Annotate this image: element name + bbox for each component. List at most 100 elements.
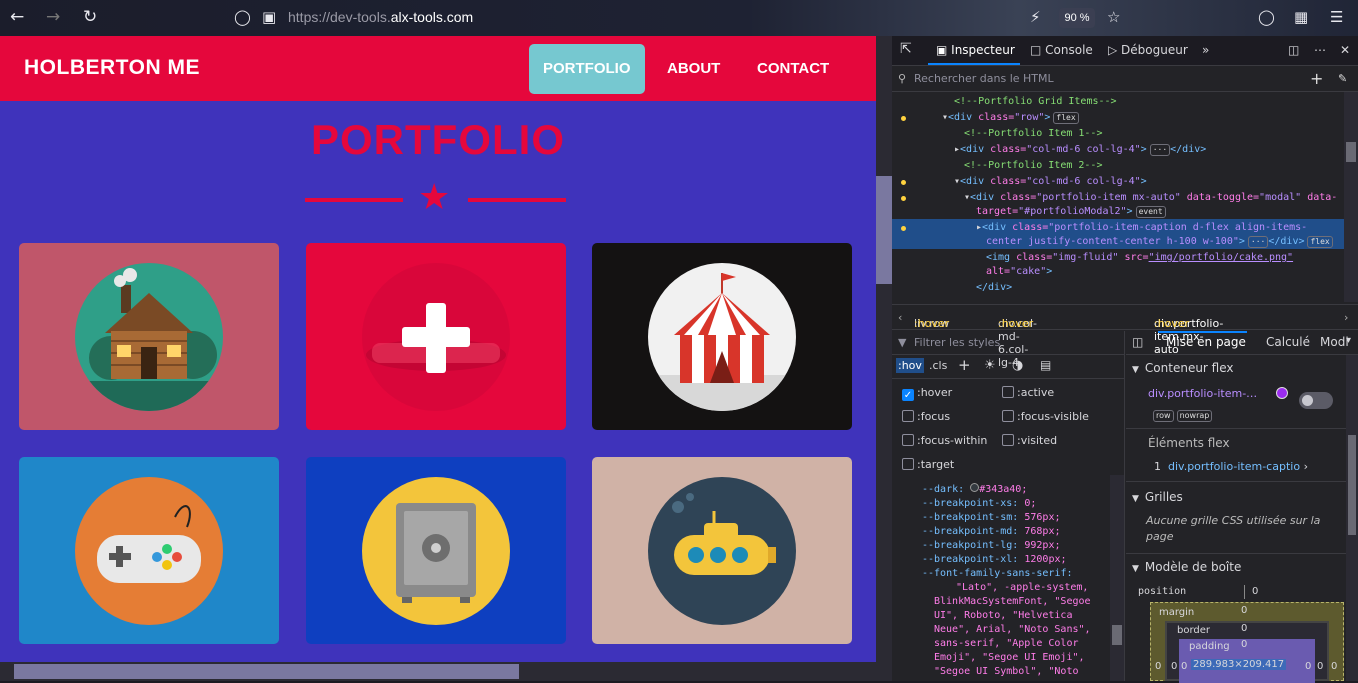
margin-top-value[interactable]: 0 bbox=[1241, 605, 1247, 616]
tab-debugger[interactable]: ▷ Débogueur bbox=[1108, 43, 1188, 57]
portfolio-item-safe[interactable] bbox=[306, 457, 566, 644]
url-bar[interactable]: https://dev-tools.alx-tools.com bbox=[288, 9, 473, 25]
rules-scrollbar[interactable] bbox=[1110, 475, 1124, 681]
hov-toggle[interactable]: :hov bbox=[896, 358, 924, 373]
padding-right-value[interactable]: 0 bbox=[1305, 661, 1311, 672]
tab-inspector[interactable]: ▣ Inspecteur bbox=[936, 43, 1015, 57]
collapsed-badge[interactable]: ··· bbox=[1149, 144, 1171, 156]
html-search[interactable]: ⚲ Rechercher dans le HTML + ✎ bbox=[892, 66, 1358, 92]
forward-icon[interactable]: → bbox=[46, 6, 60, 28]
margin-left-value[interactable]: 0 bbox=[1155, 661, 1161, 672]
scrollbar-thumb[interactable] bbox=[876, 176, 892, 284]
nav-contact[interactable]: CONTACT bbox=[743, 44, 843, 94]
chevron-left-icon[interactable]: ‹ bbox=[898, 311, 902, 324]
add-node-icon[interactable]: + bbox=[1310, 69, 1323, 88]
add-rule-icon[interactable]: + bbox=[958, 356, 971, 374]
sidebar-toggle-icon[interactable]: ◫ bbox=[1132, 335, 1143, 349]
print-media-icon[interactable]: ▤ bbox=[1040, 358, 1051, 372]
pseudo-focus-within[interactable]: :focus-within bbox=[902, 434, 987, 447]
padding-left-value[interactable]: 0 bbox=[1181, 661, 1187, 672]
pick-element-icon[interactable]: ⇱ bbox=[900, 41, 912, 57]
tab-changes[interactable]: Modi bbox=[1320, 335, 1349, 349]
more-tabs-icon[interactable]: » bbox=[1202, 43, 1209, 57]
pocket-icon[interactable]: ◯ bbox=[1258, 8, 1275, 26]
color-swatch[interactable] bbox=[1276, 387, 1288, 399]
flex-badge[interactable]: flex bbox=[1053, 112, 1079, 124]
zoom-level[interactable]: 90 % bbox=[1059, 8, 1095, 28]
tree-line[interactable]: <img class="img-fluid" src="img/portfoli… bbox=[986, 251, 1293, 265]
dark-theme-icon[interactable]: ◑ bbox=[1012, 358, 1023, 373]
close-icon[interactable]: ✕ bbox=[1340, 43, 1350, 57]
scrollbar-thumb[interactable] bbox=[1348, 435, 1356, 535]
html-search-input[interactable]: Rechercher dans le HTML bbox=[914, 72, 1054, 85]
nav-portfolio[interactable]: PORTFOLIO bbox=[529, 44, 645, 94]
border-left-value[interactable]: 0 bbox=[1171, 661, 1177, 672]
border-right-value[interactable]: 0 bbox=[1317, 661, 1323, 672]
dock-icon[interactable]: ◫ bbox=[1288, 43, 1299, 57]
flex-badge[interactable]: flex bbox=[1307, 236, 1333, 248]
scrollbar-thumb[interactable] bbox=[14, 664, 519, 679]
box-model-header[interactable]: ▼ Modèle de boîte bbox=[1126, 560, 1346, 574]
reload-icon[interactable]: ↻ bbox=[83, 6, 97, 28]
chevron-right-icon[interactable]: › bbox=[1344, 311, 1348, 324]
flex-item-row[interactable]: 1 div.portfolio-item-captio › bbox=[1154, 460, 1358, 473]
css-var[interactable]: --font-family-sans-serif: bbox=[922, 567, 1073, 581]
lock-icon[interactable]: ▣ bbox=[262, 8, 276, 26]
nav-about[interactable]: ABOUT bbox=[653, 44, 734, 94]
portfolio-item-controller[interactable] bbox=[19, 457, 279, 644]
portfolio-item-cake[interactable] bbox=[306, 243, 566, 430]
border-top-value[interactable]: 0 bbox=[1241, 623, 1247, 634]
pseudo-focus-visible[interactable]: :focus-visible bbox=[1002, 410, 1089, 423]
flex-highlight-toggle[interactable] bbox=[1299, 392, 1333, 409]
css-var[interactable]: --breakpoint-sm: 576px; bbox=[922, 511, 1060, 525]
scrollbar-thumb[interactable] bbox=[1112, 625, 1122, 645]
page-vertical-scrollbar[interactable] bbox=[876, 36, 892, 662]
css-var[interactable]: --breakpoint-lg: 992px; bbox=[922, 539, 1060, 553]
bookmark-star-icon[interactable]: ☆ bbox=[1107, 8, 1120, 26]
tree-line-selected[interactable]: ▸<div class="portfolio-item-caption d-fl… bbox=[976, 221, 1307, 235]
page-horizontal-scrollbar[interactable] bbox=[0, 662, 892, 681]
styles-filter-input[interactable]: Filtrer les styles bbox=[914, 336, 1000, 349]
content-size[interactable]: 289.983×209.417 bbox=[1191, 659, 1287, 670]
tab-console[interactable]: □ Console bbox=[1030, 43, 1093, 57]
tree-line[interactable]: ▾<div class="col-md-6 col-lg-4"> bbox=[954, 175, 1147, 189]
css-var[interactable]: --dark: #343a40; bbox=[922, 483, 1027, 497]
extensions-icon[interactable]: ▦ bbox=[1294, 8, 1308, 26]
portfolio-item-submarine[interactable] bbox=[592, 457, 852, 644]
pseudo-hover[interactable]: ✓:hover bbox=[902, 386, 952, 401]
pseudo-active[interactable]: :active bbox=[1002, 386, 1054, 399]
event-badge[interactable]: event bbox=[1135, 206, 1166, 218]
css-var[interactable]: --breakpoint-xl: 1200px; bbox=[922, 553, 1067, 567]
css-var[interactable]: --breakpoint-xs: 0; bbox=[922, 497, 1036, 511]
padding-top-value[interactable]: 0 bbox=[1241, 639, 1247, 650]
pseudo-visited[interactable]: :visited bbox=[1002, 434, 1057, 447]
portfolio-item-circus[interactable] bbox=[592, 243, 852, 430]
tree-line[interactable]: ▾<div class="portfolio-item mx-auto" dat… bbox=[964, 191, 1337, 205]
collapsed-badge[interactable]: ··· bbox=[1247, 236, 1269, 248]
tree-line-selected[interactable]: center justify-content-center h-100 w-10… bbox=[986, 235, 1333, 249]
options-icon[interactable]: ⋯ bbox=[1314, 43, 1326, 57]
translate-icon[interactable]: ⚡ bbox=[1030, 8, 1041, 26]
tab-computed[interactable]: Calculé bbox=[1266, 335, 1310, 349]
tree-scrollbar[interactable] bbox=[1344, 92, 1358, 302]
menu-icon[interactable]: ☰ bbox=[1330, 8, 1343, 26]
color-swatch[interactable] bbox=[970, 483, 980, 492]
flex-container-header[interactable]: ▼ Conteneur flex bbox=[1126, 361, 1346, 375]
portfolio-item-cabin[interactable] bbox=[19, 243, 279, 430]
tree-line[interactable]: ▸<div class="col-md-6 col-lg-4"> ··· </div… bbox=[954, 143, 1206, 157]
brand-logo[interactable]: HOLBERTON ME bbox=[24, 56, 200, 80]
light-theme-icon[interactable]: ☀ bbox=[984, 358, 996, 373]
tree-line[interactable]: ▾<div class="row"> flex bbox=[942, 111, 1079, 125]
cls-toggle[interactable]: .cls bbox=[929, 359, 947, 372]
css-var[interactable]: --breakpoint-md: 768px; bbox=[922, 525, 1060, 539]
shield-icon[interactable]: ◯ bbox=[234, 8, 251, 26]
eyedropper-icon[interactable]: ✎ bbox=[1338, 72, 1347, 85]
back-icon[interactable]: ← bbox=[10, 6, 24, 28]
tab-layout[interactable]: Mise en page bbox=[1166, 335, 1246, 349]
grids-header[interactable]: ▼ Grilles bbox=[1126, 490, 1346, 504]
scrollbar-thumb[interactable] bbox=[1346, 142, 1356, 162]
margin-right-value[interactable]: 0 bbox=[1331, 661, 1337, 672]
chevron-down-icon[interactable]: ▾ bbox=[1346, 335, 1351, 346]
layout-scrollbar[interactable] bbox=[1346, 355, 1358, 681]
pseudo-focus[interactable]: :focus bbox=[902, 410, 950, 423]
